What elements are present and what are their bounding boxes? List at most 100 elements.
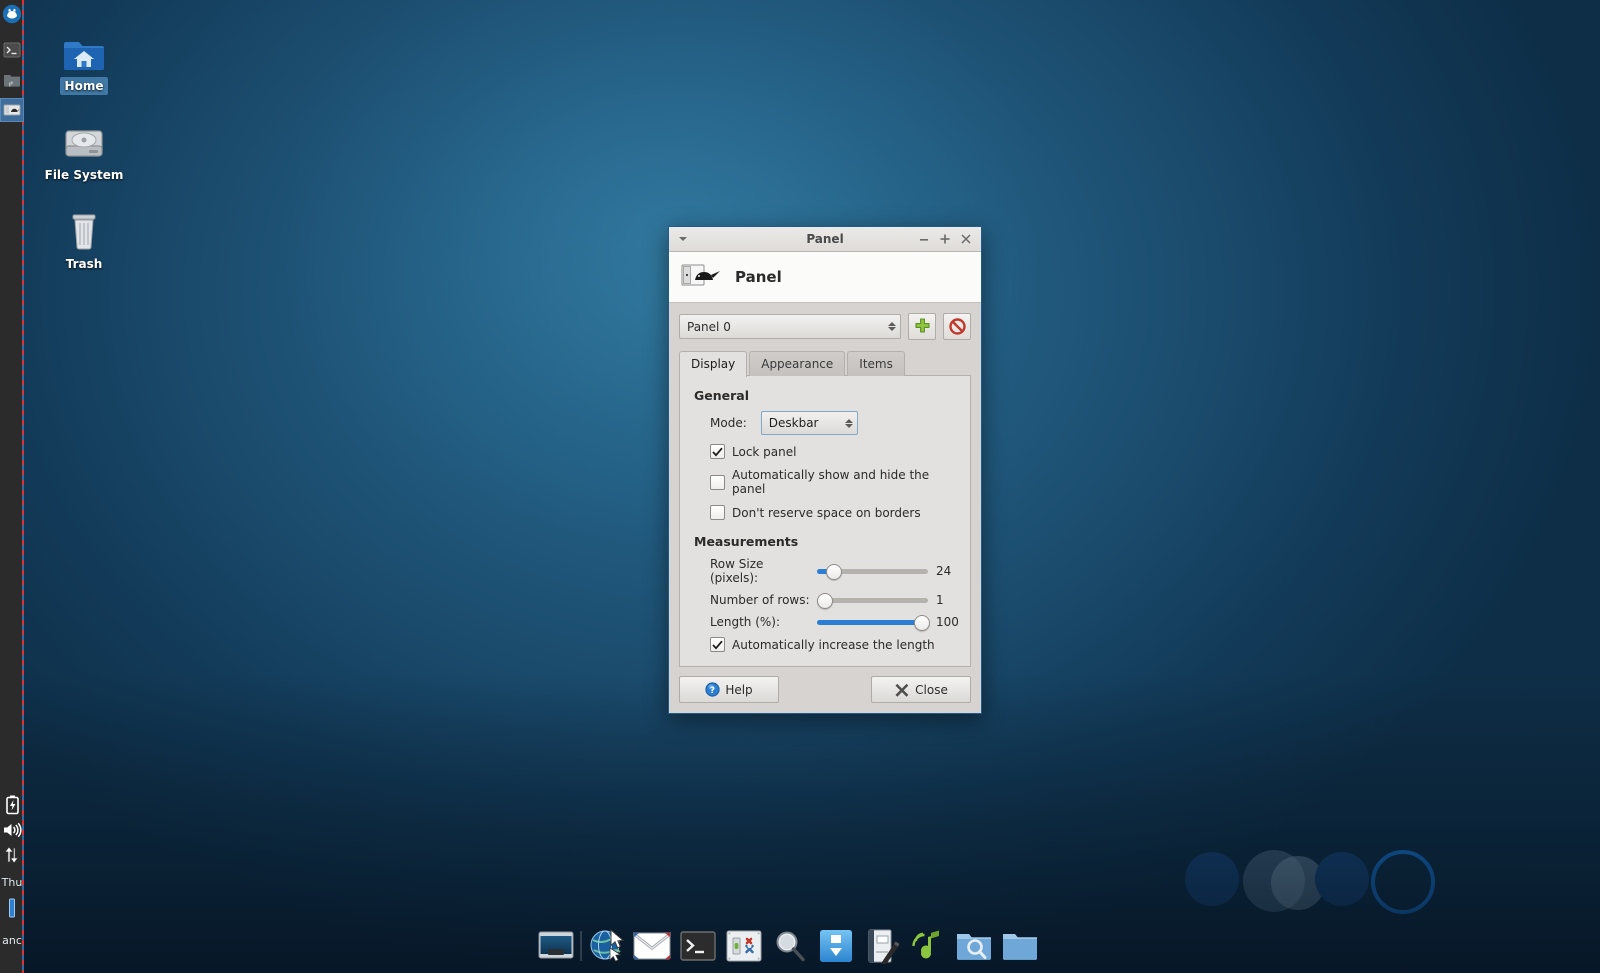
- dock-item-music-player[interactable]: [905, 923, 951, 969]
- panel-selector-row: Panel 0: [679, 313, 971, 340]
- num-rows-slider[interactable]: [817, 592, 928, 609]
- mode-label: Mode:: [710, 416, 747, 430]
- row-size-slider-knob[interactable]: [826, 563, 843, 580]
- add-panel-button[interactable]: [908, 313, 936, 340]
- volume-icon: [4, 822, 22, 838]
- close-x-icon: [895, 683, 909, 697]
- tab-items[interactable]: Items: [847, 351, 905, 376]
- length-slider-row: Length (%): 100: [710, 614, 959, 631]
- home-folder-icon: [36, 24, 132, 72]
- desktop-icon-file-system[interactable]: File System: [36, 113, 132, 184]
- close-button-label: Close: [915, 682, 948, 697]
- dock-item-file-search[interactable]: [951, 923, 997, 969]
- web-browser-icon: [590, 930, 622, 962]
- tab-display[interactable]: Display: [679, 351, 748, 377]
- add-panel-icon: [914, 318, 930, 333]
- dock-item-software-updater[interactable]: [813, 923, 859, 969]
- row-size-value: 24: [936, 564, 952, 578]
- window-titlebar[interactable]: Panel: [669, 227, 981, 252]
- spinner-arrows-icon[interactable]: [888, 322, 896, 331]
- desktop-icon-home[interactable]: Home: [36, 24, 132, 95]
- mode-combobox[interactable]: Deskbar: [760, 411, 858, 435]
- length-slider-knob[interactable]: [913, 614, 930, 631]
- music-player-icon: [912, 930, 939, 958]
- lock-panel-row[interactable]: Lock panel: [710, 444, 958, 459]
- num-rows-slider-knob[interactable]: [817, 592, 834, 609]
- measurements-section-title: Measurements: [694, 534, 799, 549]
- desktop-icon-label: File System: [44, 168, 124, 182]
- dock-item-settings-manager[interactable]: [721, 923, 767, 969]
- deskbar-clock[interactable]: Thu: [0, 876, 24, 889]
- panel-selector-combobox[interactable]: Panel 0: [679, 314, 901, 339]
- panel-preferences-icon: [3, 104, 21, 116]
- app-finder-icon: [776, 931, 805, 961]
- desktop-icon-label: Trash: [65, 257, 103, 271]
- auto-hide-checkbox[interactable]: [710, 474, 725, 490]
- dock-item-file-manager[interactable]: [997, 923, 1043, 969]
- lock-panel-checkbox[interactable]: [710, 444, 725, 459]
- svg-text:?: ?: [710, 686, 715, 696]
- desktop-icon-trash[interactable]: Trash: [36, 202, 132, 273]
- deskbar-launcher-xfce-menu[interactable]: [0, 2, 24, 26]
- xfce-panel-icon: [681, 262, 723, 292]
- bottom-dock-panel[interactable]: [533, 918, 1043, 973]
- dock-item-mail-reader[interactable]: [629, 923, 675, 969]
- remove-panel-button[interactable]: [943, 313, 971, 340]
- dock-item-app-finder[interactable]: [767, 923, 813, 969]
- panel-preferences-window[interactable]: Panel Panel Panel 0 Display Appearance I…: [668, 226, 982, 714]
- deskbar-tray-volume[interactable]: [0, 818, 24, 842]
- mode-value: Deskbar: [768, 416, 819, 430]
- text-editor-icon: [868, 929, 899, 964]
- window-menu-icon[interactable]: [675, 231, 691, 247]
- display-tab-panel: General Mode: Deskbar Lock panel Automat…: [679, 375, 971, 667]
- deskbar-tray-network[interactable]: [0, 843, 24, 867]
- length-slider[interactable]: [817, 614, 930, 631]
- deskbar-window-indicator[interactable]: [0, 896, 24, 920]
- deskbar-launcher-terminal[interactable]: [0, 38, 24, 62]
- deskbar-launcher-panel-preferences[interactable]: [0, 98, 24, 122]
- num-rows-value: 1: [936, 593, 944, 607]
- wallpaper-circle-4: [1315, 852, 1369, 906]
- maximize-icon[interactable]: [936, 230, 954, 248]
- dock-item-terminal[interactable]: [675, 923, 721, 969]
- show-desktop-icon: [538, 931, 574, 958]
- dock-item-show-desktop[interactable]: [533, 923, 579, 969]
- mode-row: Mode: Deskbar: [710, 411, 958, 435]
- help-button[interactable]: ? Help: [679, 676, 779, 703]
- xfce-mouse-logo-icon: [2, 4, 22, 24]
- software-updater-icon: [820, 929, 852, 962]
- reserve-space-row[interactable]: Don't reserve space on borders: [710, 505, 958, 520]
- minimize-icon[interactable]: [915, 230, 933, 248]
- file-search-icon: [957, 933, 991, 960]
- tab-appearance[interactable]: Appearance: [749, 351, 846, 376]
- file-manager-icon: [4, 75, 20, 87]
- row-size-label: Row Size (pixels):: [710, 557, 764, 585]
- panel-selector-value: Panel 0: [687, 319, 731, 334]
- close-button[interactable]: Close: [871, 676, 971, 703]
- window-indicator-icon: [9, 898, 15, 918]
- dialog-tabs[interactable]: Display Appearance Items: [679, 350, 971, 377]
- mode-spinner-arrows-icon[interactable]: [844, 418, 853, 428]
- deskbar-launcher-file-manager[interactable]: [0, 68, 24, 92]
- help-icon: ?: [705, 682, 720, 697]
- row-size-slider[interactable]: [817, 563, 928, 580]
- auto-increase-length-checkbox[interactable]: [710, 637, 725, 652]
- close-icon[interactable]: [957, 230, 975, 248]
- reserve-space-label: Don't reserve space on borders: [732, 505, 921, 520]
- general-section-title: General: [694, 388, 749, 403]
- length-label: Length (%):: [710, 615, 781, 629]
- dialog-header-title: Panel: [735, 268, 782, 286]
- deskbar-tray-battery[interactable]: [0, 793, 24, 817]
- auto-increase-length-row[interactable]: Automatically increase the length: [710, 637, 958, 652]
- dock-item-text-editor[interactable]: [859, 923, 905, 969]
- dock-item-web-browser[interactable]: [583, 923, 629, 969]
- reserve-space-checkbox[interactable]: [710, 505, 725, 520]
- dialog-body: Panel 0 Display Appearance Items General…: [669, 303, 981, 667]
- deskbar-task-label[interactable]: anc: [0, 934, 24, 947]
- auto-hide-row[interactable]: Automatically show and hide the panel: [710, 468, 958, 496]
- checkmark-icon: [712, 640, 723, 650]
- checkmark-icon: [712, 447, 723, 457]
- trash-icon: [36, 202, 132, 250]
- deskbar-panel[interactable]: Thu anc: [0, 0, 24, 973]
- remove-panel-icon: [948, 318, 966, 335]
